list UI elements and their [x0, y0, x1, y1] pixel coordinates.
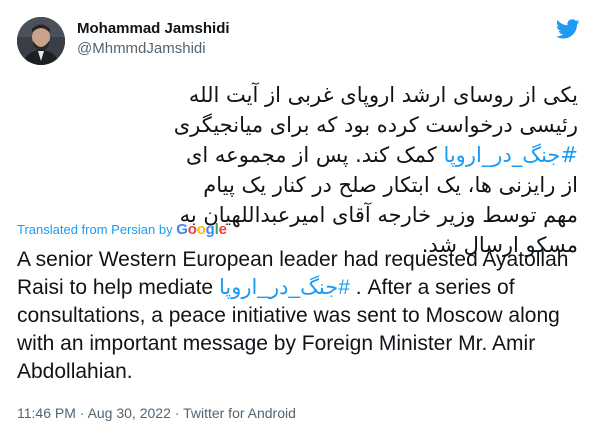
author-handle[interactable]: @MhmmdJamshidi	[77, 39, 230, 59]
translation-attribution[interactable]: Translated from Persian by Google	[17, 221, 227, 239]
meta-separator: ·	[170, 405, 184, 421]
author-block[interactable]: Mohammad Jamshidi @MhmmdJamshidi	[77, 19, 230, 59]
meta-separator: ·	[75, 405, 88, 421]
author-name[interactable]: Mohammad Jamshidi	[77, 19, 230, 39]
translated-label[interactable]: Translated from Persian by	[17, 222, 173, 237]
tweet-card: Mohammad Jamshidi @MhmmdJamshidi یکی از …	[0, 0, 596, 444]
hashtag-link-translated[interactable]: #جنگ_در_اروپا	[219, 276, 350, 299]
tweet-meta: 11:46 PM · Aug 30, 2022 · Twitter for An…	[17, 404, 296, 422]
tweet-date[interactable]: Aug 30, 2022	[88, 405, 171, 421]
tweet-text-translated: A senior Western European leader had req…	[17, 246, 577, 386]
twitter-bird-icon[interactable]	[556, 17, 580, 41]
tweet-text-original: یکی از روسای ارشد اروپای غربی از آیت الل…	[170, 80, 578, 260]
hashtag-link[interactable]: #جنگ_در_اروپا	[443, 143, 578, 167]
avatar-photo	[17, 17, 65, 65]
tweet-time[interactable]: 11:46 PM	[17, 405, 76, 421]
google-logo: Google	[176, 221, 227, 238]
tweet-text-persian-part1: یکی از روسای ارشد اروپای غربی از آیت الل…	[173, 83, 578, 137]
avatar[interactable]	[17, 17, 65, 65]
tweet-source[interactable]: Twitter for Android	[183, 405, 296, 421]
